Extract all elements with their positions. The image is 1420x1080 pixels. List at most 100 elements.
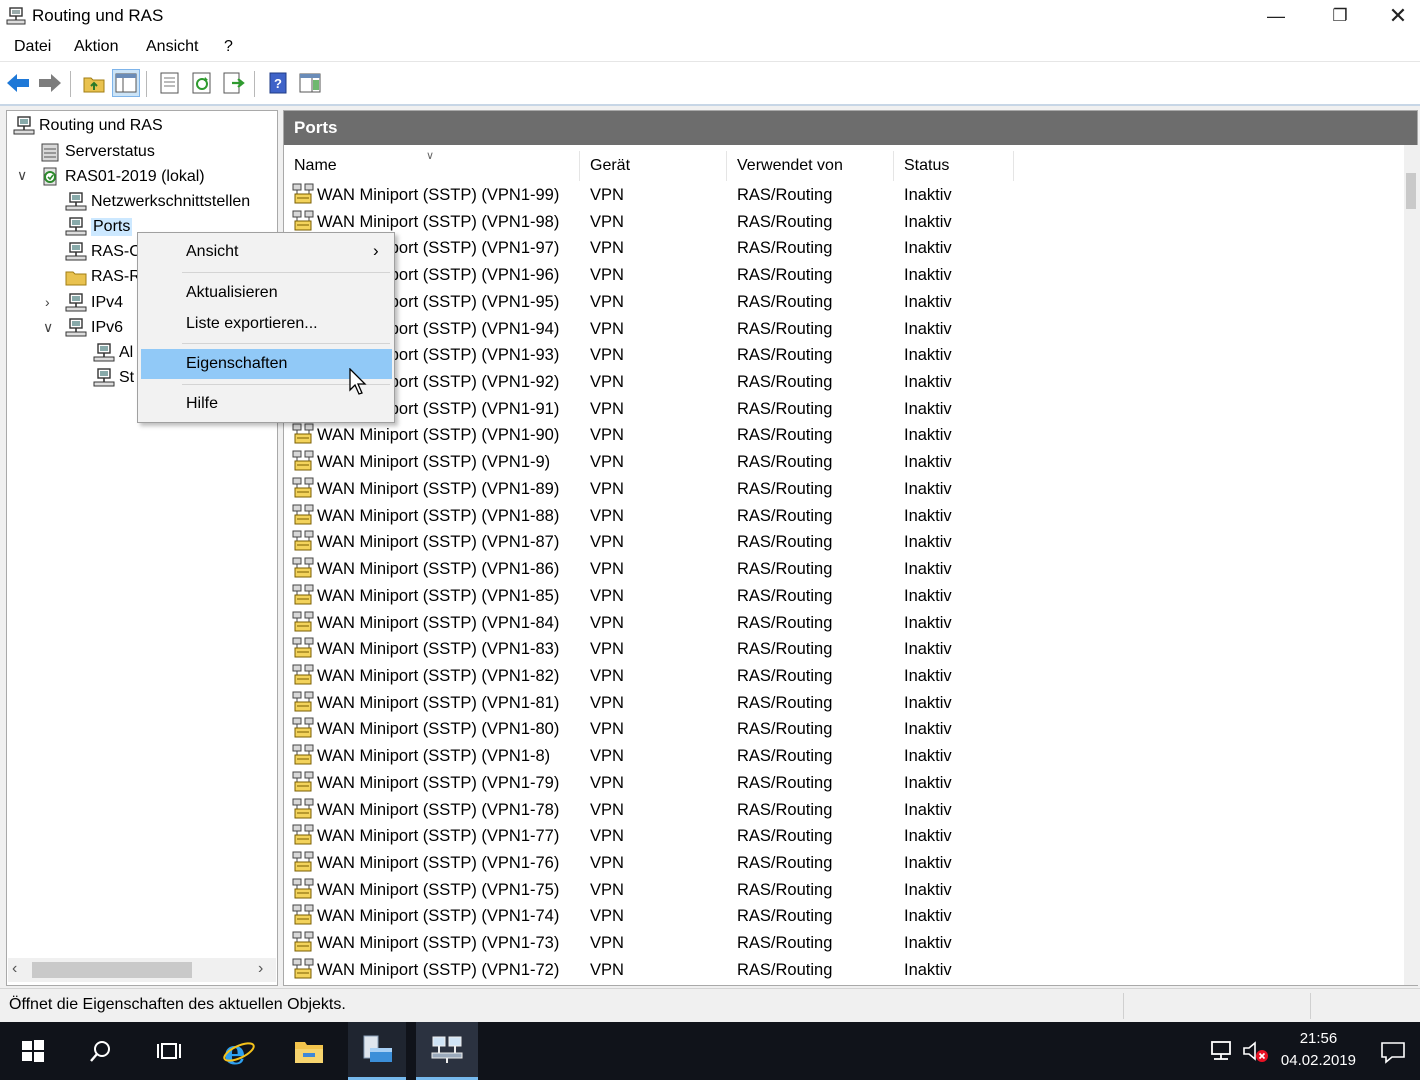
- table-row[interactable]: WAN Miniport (SSTP) (VPN1-74) VPN RAS/Rout…: [284, 903, 1404, 930]
- port-used-by: RAS/Routing: [737, 666, 833, 685]
- tree-item-serverstatus[interactable]: Serverstatus: [39, 140, 155, 164]
- taskbar-internet-explorer[interactable]: e: [210, 1022, 268, 1080]
- context-item-aktualisieren[interactable]: Aktualisieren: [141, 278, 392, 308]
- table-row[interactable]: WAN Miniport (SSTP) (VPN1-82) VPN RAS/Rout…: [284, 663, 1404, 690]
- table-row[interactable]: WAN Miniport (SSTP) (VPN1-87) VPN RAS/Rout…: [284, 529, 1404, 556]
- scroll-left-icon[interactable]: ‹: [12, 960, 17, 978]
- table-row[interactable]: WAN Miniport (SSTP) (VPN1-98) VPN RAS/Rout…: [284, 209, 1404, 236]
- volume-muted-icon[interactable]: [1242, 1040, 1270, 1064]
- table-row[interactable]: WAN Miniport (SSTP) (VPN1-80) VPN RAS/Rout…: [284, 716, 1404, 743]
- taskbar-routing-und-ras[interactable]: [416, 1022, 478, 1080]
- table-row[interactable]: WAN Miniport (SSTP) (VPN1-94) VPN RAS/Rout…: [284, 316, 1404, 343]
- table-row[interactable]: WAN Miniport (SSTP) (VPN1-91) VPN RAS/Rout…: [284, 396, 1404, 423]
- tree-item-ipv6-allgemein[interactable]: Al: [93, 341, 133, 365]
- up-folder-button[interactable]: [80, 69, 108, 97]
- table-row[interactable]: WAN Miniport (SSTP) (VPN1-79) VPN RAS/Rout…: [284, 770, 1404, 797]
- port-status: Inaktiv: [904, 640, 952, 659]
- table-row[interactable]: WAN Miniport (SSTP) (VPN1-77) VPN RAS/Rout…: [284, 823, 1404, 850]
- context-label: Ansicht: [186, 243, 239, 260]
- mouse-cursor-icon: [349, 368, 367, 395]
- table-row[interactable]: WAN Miniport (SSTP) (VPN1-75) VPN RAS/Rout…: [284, 877, 1404, 904]
- properties-button[interactable]: [156, 69, 184, 97]
- tree-item-netzwerkschnittstellen[interactable]: Netzwerkschnittstellen: [65, 190, 250, 214]
- sort-descending-icon: ∨: [426, 150, 435, 162]
- port-used-by: RAS/Routing: [737, 693, 833, 712]
- column-header-verwendet-von[interactable]: Verwendet von: [727, 151, 894, 181]
- server-computer-icon: [43, 167, 57, 186]
- port-name: WAN Miniport (SSTP) (VPN1-9): [317, 453, 551, 472]
- maximize-button[interactable]: ❐: [1312, 0, 1368, 32]
- table-row[interactable]: WAN Miniport (SSTP) (VPN1-95) VPN RAS/Rout…: [284, 289, 1404, 316]
- forward-button[interactable]: [36, 69, 64, 97]
- back-button[interactable]: [4, 69, 32, 97]
- scroll-right-icon[interactable]: ›: [258, 960, 263, 978]
- tree-item-ras-clients[interactable]: RAS-C: [65, 240, 141, 264]
- table-row[interactable]: WAN Miniport (SSTP) (VPN1-8) VPN RAS/Routi…: [284, 743, 1404, 770]
- table-row[interactable]: WAN Miniport (SSTP) (VPN1-78) VPN RAS/Rout…: [284, 797, 1404, 824]
- tree-item-ports[interactable]: Ports: [65, 215, 133, 239]
- table-row[interactable]: WAN Miniport (SSTP) (VPN1-96) VPN RAS/Rout…: [284, 262, 1404, 289]
- tree-horizontal-scrollbar[interactable]: ‹ ›: [8, 958, 276, 982]
- table-row[interactable]: WAN Miniport (SSTP) (VPN1-72) VPN RAS/Rout…: [284, 957, 1404, 984]
- table-row[interactable]: WAN Miniport (SSTP) (VPN1-83) VPN RAS/Rout…: [284, 636, 1404, 663]
- scrollbar-thumb[interactable]: [1406, 173, 1416, 209]
- taskbar-server-manager[interactable]: [348, 1022, 406, 1080]
- port-device: VPN: [590, 506, 624, 525]
- close-button[interactable]: ✕: [1376, 0, 1420, 32]
- port-status: Inaktiv: [904, 239, 952, 258]
- table-row[interactable]: WAN Miniport (SSTP) (VPN1-88) VPN RAS/Rout…: [284, 503, 1404, 530]
- table-row[interactable]: WAN Miniport (SSTP) (VPN1-89) VPN RAS/Rout…: [284, 476, 1404, 503]
- context-item-ansicht[interactable]: Ansicht ›: [141, 237, 392, 267]
- minimize-button[interactable]: —: [1248, 0, 1304, 32]
- menu-ansicht[interactable]: Ansicht: [146, 38, 198, 56]
- tree-item-ras-logging[interactable]: RAS-R: [65, 265, 141, 289]
- task-view-button[interactable]: [140, 1022, 198, 1080]
- column-header-name[interactable]: Name ∨: [284, 150, 580, 181]
- tree-item-ipv6[interactable]: IPv6: [65, 316, 123, 340]
- chevron-down-icon[interactable]: ∨: [43, 319, 53, 336]
- help-button[interactable]: ?: [264, 69, 292, 97]
- menu-aktion[interactable]: Aktion: [74, 38, 118, 56]
- context-item-liste-exportieren[interactable]: Liste exportieren...: [141, 309, 392, 339]
- table-row[interactable]: WAN Miniport (SSTP) (VPN1-84) VPN RAS/Rout…: [284, 610, 1404, 637]
- show-hide-action-pane-button[interactable]: [296, 69, 324, 97]
- column-header-geraet[interactable]: Gerät: [580, 151, 727, 181]
- tree-item-ipv6-static[interactable]: St: [93, 366, 134, 390]
- menu-datei[interactable]: Datei: [14, 38, 51, 56]
- mmc-window: Routing und RAS — ❐ ✕ Datei Aktion Ansic…: [0, 0, 1420, 1080]
- system-clock[interactable]: 21:56 04.02.2019: [1281, 1028, 1356, 1072]
- table-row[interactable]: WAN Miniport (SSTP) (VPN1-90) VPN RAS/Rout…: [284, 422, 1404, 449]
- port-device: VPN: [590, 666, 624, 685]
- list-vertical-scrollbar[interactable]: [1404, 145, 1418, 985]
- chevron-down-icon[interactable]: ∨: [17, 167, 27, 184]
- show-hide-tree-button[interactable]: [112, 69, 140, 97]
- table-row[interactable]: WAN Miniport (SSTP) (VPN1-85) VPN RAS/Rout…: [284, 583, 1404, 610]
- tree-item-routing-und-ras[interactable]: Routing und RAS: [13, 114, 163, 138]
- taskbar-file-explorer[interactable]: [280, 1022, 338, 1080]
- table-row[interactable]: WAN Miniport (SSTP) (VPN1-93) VPN RAS/Rout…: [284, 342, 1404, 369]
- menu-help[interactable]: ?: [224, 38, 233, 56]
- tree-item-ipv4[interactable]: IPv4: [65, 291, 123, 315]
- table-row[interactable]: WAN Miniport (SSTP) (VPN1-92) VPN RAS/Rout…: [284, 369, 1404, 396]
- start-button[interactable]: [4, 1022, 62, 1080]
- refresh-button[interactable]: [188, 69, 216, 97]
- scrollbar-thumb[interactable]: [32, 962, 192, 978]
- chevron-right-icon[interactable]: ›: [45, 294, 50, 310]
- export-list-button[interactable]: [220, 69, 248, 97]
- network-icon[interactable]: [1208, 1040, 1234, 1062]
- tree-item-ras01-2019[interactable]: RAS01-2019 (lokal): [39, 165, 205, 189]
- port-name: WAN Miniport (SSTP) (VPN1-74): [317, 907, 560, 926]
- table-row[interactable]: WAN Miniport (SSTP) (VPN1-9) VPN RAS/Routi…: [284, 449, 1404, 476]
- action-center-icon[interactable]: [1380, 1040, 1406, 1064]
- back-arrow-icon: [7, 74, 29, 92]
- column-header-status[interactable]: Status: [894, 151, 1014, 181]
- table-row[interactable]: WAN Miniport (SSTP) (VPN1-99) VPN RAS/Rout…: [284, 182, 1404, 209]
- table-row[interactable]: WAN Miniport (SSTP) (VPN1-86) VPN RAS/Rout…: [284, 556, 1404, 583]
- port-name: WAN Miniport (SSTP) (VPN1-80): [317, 720, 560, 739]
- table-row[interactable]: WAN Miniport (SSTP) (VPN1-81) VPN RAS/Rout…: [284, 690, 1404, 717]
- search-button[interactable]: [72, 1022, 130, 1080]
- table-row[interactable]: WAN Miniport (SSTP) (VPN1-76) VPN RAS/Rout…: [284, 850, 1404, 877]
- table-row[interactable]: WAN Miniport (SSTP) (VPN1-97) VPN RAS/Rout…: [284, 235, 1404, 262]
- table-row[interactable]: WAN Miniport (SSTP) (VPN1-73) VPN RAS/Rout…: [284, 930, 1404, 957]
- action-pane-icon: [299, 73, 321, 93]
